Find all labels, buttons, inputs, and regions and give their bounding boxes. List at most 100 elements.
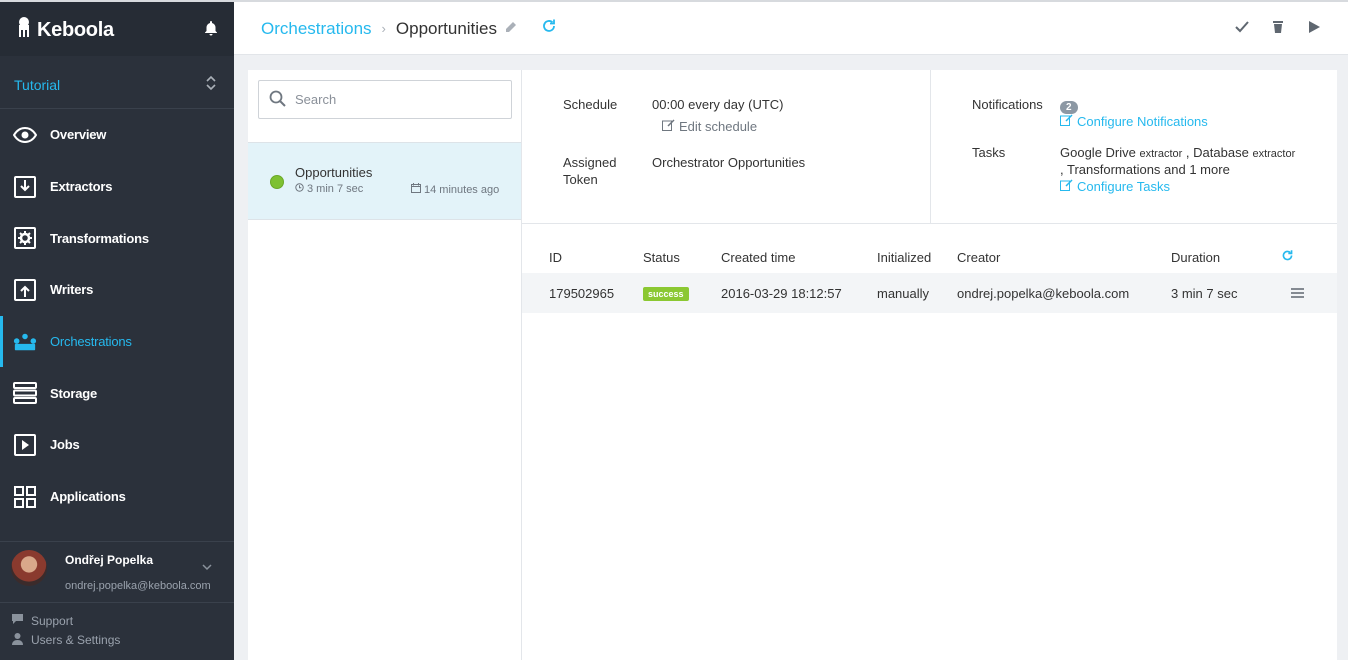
page-header: Orchestrations › Opportunities	[234, 2, 1348, 55]
search-box[interactable]	[258, 80, 512, 119]
support-link[interactable]: Support	[11, 613, 73, 628]
column-header-duration: Duration	[1171, 249, 1221, 265]
run-icon[interactable]	[1306, 20, 1322, 37]
sidebar-item-orchestrations[interactable]: Orchestrations	[0, 315, 234, 368]
logo-text: Keboola	[37, 18, 114, 41]
trash-icon[interactable]	[1270, 20, 1286, 37]
job-status: success	[643, 273, 721, 313]
bell-icon[interactable]	[204, 20, 218, 39]
user-email: ondrej.popelka@keboola.com	[65, 580, 211, 592]
check-icon[interactable]	[1234, 20, 1250, 37]
token-label: Assigned	[563, 155, 617, 170]
sidebar-item-label: Applications	[50, 489, 126, 505]
sidebar-item-label: Transformations	[50, 230, 149, 246]
task-database: Database	[1193, 145, 1249, 160]
notifications-label: Notifications	[972, 97, 1043, 112]
sidebar-item-label: Extractors	[50, 179, 113, 195]
job-initialized: manually	[877, 273, 957, 313]
refresh-icon[interactable]	[1281, 250, 1294, 265]
token-value: Orchestrator Opportunities	[652, 155, 806, 170]
download-icon	[13, 175, 37, 199]
search-icon	[269, 90, 286, 110]
search-input[interactable]	[295, 92, 495, 107]
sidebar-item-storage[interactable]: Storage	[0, 367, 234, 419]
configure-notifications-link[interactable]: Configure Notifications	[1060, 114, 1208, 129]
project-name: Tutorial	[14, 77, 61, 93]
refresh-icon[interactable]	[541, 18, 557, 39]
refresh-jobs-cell	[1281, 241, 1337, 273]
sidebar-item-jobs[interactable]: Jobs	[0, 419, 234, 471]
header-actions	[1234, 20, 1322, 37]
calendar-icon	[411, 183, 421, 196]
schedule-label: Schedule	[563, 97, 618, 112]
job-duration: 3 min 7 sec	[1171, 273, 1281, 313]
table-row[interactable]: 179502965 success 2016-03-29 18:12:57 ma…	[522, 273, 1337, 313]
page-title: Opportunities	[395, 18, 498, 38]
sidebar-item-extractors[interactable]: Extractors	[0, 161, 234, 213]
notifications-badge: 2	[1060, 101, 1078, 114]
configure-tasks-link[interactable]: Configure Tasks	[1060, 179, 1170, 194]
orchestration-last-run: 14 minutes ago	[411, 183, 499, 196]
chevron-updown-icon	[205, 75, 217, 94]
breadcrumb: Orchestrations › Opportunities	[261, 18, 557, 39]
orchestration-list-panel: Opportunities 3 min 7 sec 14 minutes ago	[248, 70, 522, 660]
list-item[interactable]: Opportunities 3 min 7 sec 14 minutes ago	[248, 142, 521, 220]
column-header-status: Status	[643, 249, 680, 265]
tasks-more: , Transformations and 1 more	[1060, 162, 1230, 177]
users-settings-label: Users & Settings	[31, 633, 121, 647]
column-header-creator: Creator	[957, 249, 1001, 265]
sidebar-item-writers[interactable]: Writers	[0, 264, 234, 316]
users-settings-link[interactable]: Users & Settings	[11, 632, 120, 648]
sidebar-item-label: Jobs	[50, 437, 80, 453]
duration-text: 3 min 7 sec	[307, 183, 364, 195]
upload-icon	[13, 278, 37, 302]
task-separator: ,	[1185, 145, 1190, 160]
orchestration-name: Opportunities	[295, 165, 373, 180]
last-run-text: 14 minutes ago	[424, 183, 500, 196]
orchestration-icon	[13, 330, 37, 354]
chevron-right-icon: ›	[381, 21, 386, 36]
edit-schedule-link[interactable]: Edit schedule	[662, 119, 757, 134]
gear-icon	[13, 226, 37, 250]
menu-icon[interactable]	[1281, 286, 1304, 301]
configure-tasks-label: Configure Tasks	[1077, 179, 1170, 194]
job-created: 2016-03-29 18:12:57	[721, 273, 877, 313]
breadcrumb-orchestrations-link[interactable]: Orchestrations	[261, 19, 372, 39]
job-menu-cell	[1281, 273, 1337, 313]
edit-schedule-label: Edit schedule	[679, 119, 758, 134]
column-header-initialized: Initialized	[877, 249, 932, 265]
play-icon	[13, 433, 37, 457]
chevron-down-icon	[202, 559, 212, 574]
edit-icon	[1060, 114, 1073, 129]
grid-icon	[13, 485, 37, 509]
edit-icon	[1060, 179, 1073, 194]
divider	[930, 70, 931, 223]
sidebar-item-label: Orchestrations	[50, 334, 132, 350]
pencil-icon[interactable]	[504, 19, 517, 39]
sidebar-item-applications[interactable]: Applications	[0, 471, 234, 523]
task-type: extractor	[1252, 148, 1296, 160]
orchestration-detail-panel: Schedule 00:00 every day (UTC) Edit sche…	[522, 70, 1337, 660]
user-menu[interactable]: Ondřej Popelka ondrej.popelka@keboola.co…	[0, 541, 234, 603]
column-header-id: ID	[549, 249, 562, 265]
task-google-drive: Google Drive	[1060, 145, 1136, 160]
jobs-table: ID Status Created time Initialized Creat…	[522, 241, 1337, 313]
logo[interactable]: Keboola	[16, 16, 114, 44]
task-type: extractor	[1139, 148, 1183, 160]
status-badge: success	[643, 287, 689, 301]
token-label-2: Token	[563, 172, 598, 187]
edit-icon	[662, 119, 675, 134]
orchestration-duration: 3 min 7 sec	[295, 183, 363, 195]
divider	[522, 223, 1337, 224]
keboola-logo-icon	[16, 16, 32, 44]
comment-icon	[11, 613, 24, 628]
sidebar-item-transformations[interactable]: Transformations	[0, 212, 234, 264]
logo-bar: Keboola	[0, 2, 234, 56]
sidebar: Keboola Tutorial Overview Extractors Tra…	[0, 2, 234, 660]
project-selector[interactable]: Tutorial	[0, 56, 234, 109]
sidebar-item-label: Writers	[50, 282, 94, 298]
support-label: Support	[31, 613, 74, 628]
sidebar-item-label: Storage	[50, 385, 98, 401]
sidebar-item-overview[interactable]: Overview	[0, 109, 234, 161]
configure-notifications-label: Configure Notifications	[1077, 114, 1208, 129]
